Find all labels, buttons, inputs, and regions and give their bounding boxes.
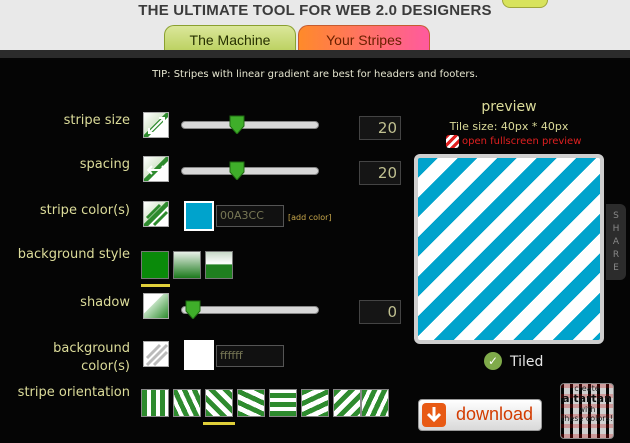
paint-stripes-icon xyxy=(145,203,169,227)
background-style-label: background style xyxy=(17,247,130,262)
stripe-size-label: stripe size xyxy=(63,113,130,128)
paint-stripes-icon xyxy=(145,343,169,367)
tartan-line-2: a tartan xyxy=(562,392,612,405)
share-label: SHARE xyxy=(612,211,620,273)
stripe-color-icon xyxy=(143,201,169,227)
stripe-preview xyxy=(414,154,604,344)
horizontal-arrows-icon xyxy=(146,165,168,175)
stripe-size-slider-knob[interactable] xyxy=(229,114,245,134)
shadow-label: shadow xyxy=(80,295,130,310)
tab-the-machine[interactable]: The Machine xyxy=(164,25,296,53)
orientation-steep-right[interactable] xyxy=(173,389,201,417)
tip-text: TIP: Stripes with linear gradient are be… xyxy=(152,69,478,80)
background-style-glossy[interactable] xyxy=(205,251,233,279)
background-style-selection xyxy=(141,284,170,287)
stripe-generator-app: THE ULTIMATE TOOL FOR WEB 2.0 DESIGNERS … xyxy=(0,0,630,443)
background-style-gradient[interactable] xyxy=(173,251,201,279)
shadow-value[interactable]: 0 xyxy=(359,300,401,324)
stripe-color-hex-input[interactable]: 00A3CC xyxy=(216,205,284,227)
shadow-slider[interactable] xyxy=(181,306,319,314)
spacing-icon xyxy=(143,156,169,182)
tab-strip-underline xyxy=(0,50,630,58)
tab-your-stripes[interactable]: Your Stripes xyxy=(298,25,430,53)
shadow-icon xyxy=(143,293,169,319)
add-color-link[interactable]: [add color] xyxy=(288,213,332,222)
tartan-line-3: with xyxy=(578,405,596,414)
stripe-orientation-label: stripe orientation xyxy=(17,385,130,400)
preview-title: preview xyxy=(481,99,537,115)
spacing-slider[interactable] xyxy=(181,167,319,175)
shadow-slider-knob[interactable] xyxy=(185,299,201,319)
stripe-color-swatch[interactable] xyxy=(184,201,214,231)
page-title: THE ULTIMATE TOOL FOR WEB 2.0 DESIGNERS xyxy=(138,2,492,19)
background-color-label: background color(s) xyxy=(53,341,130,374)
stripe-size-icon xyxy=(143,112,169,138)
spacing-value[interactable]: 20 xyxy=(359,161,401,185)
background-style-solid[interactable] xyxy=(141,251,169,279)
orientation-shallow-right[interactable] xyxy=(237,389,265,417)
share-tab[interactable]: SHARE xyxy=(606,204,626,280)
spacing-label: spacing xyxy=(79,157,130,172)
tiled-label: Tiled xyxy=(510,354,544,370)
orientation-diagonal-left[interactable] xyxy=(333,389,361,417)
orientation-selection xyxy=(203,422,235,425)
orientation-vertical[interactable] xyxy=(141,389,169,417)
fullscreen-preview-link[interactable]: open fullscreen preview xyxy=(462,136,581,147)
fullscreen-icon[interactable] xyxy=(446,135,459,148)
resize-arrows-icon xyxy=(148,117,165,134)
background-color-hex-input[interactable]: ffffff xyxy=(216,345,284,367)
tiled-checkbox[interactable]: ✓ xyxy=(484,352,502,370)
stripe-color-label: stripe color(s) xyxy=(39,203,130,218)
download-label: download xyxy=(456,404,534,424)
orientation-shallow-left[interactable] xyxy=(301,389,329,417)
orientation-diagonal-right[interactable] xyxy=(205,389,233,417)
orientation-steep-left[interactable] xyxy=(361,389,389,417)
tile-size-text: Tile size: 40px * 40px xyxy=(449,120,569,133)
background-color-swatch[interactable] xyxy=(184,340,214,370)
spacing-slider-knob[interactable] xyxy=(229,160,245,180)
stripe-size-slider[interactable] xyxy=(181,121,319,129)
create-tartan-button[interactable]: create a tartan with these colors! xyxy=(560,383,614,439)
tartan-line-4: these colors! xyxy=(561,414,613,423)
stripe-size-value[interactable]: 20 xyxy=(359,116,401,140)
download-arrow-icon xyxy=(422,403,446,427)
orientation-horizontal[interactable] xyxy=(269,389,297,417)
background-color-icon xyxy=(143,341,169,367)
